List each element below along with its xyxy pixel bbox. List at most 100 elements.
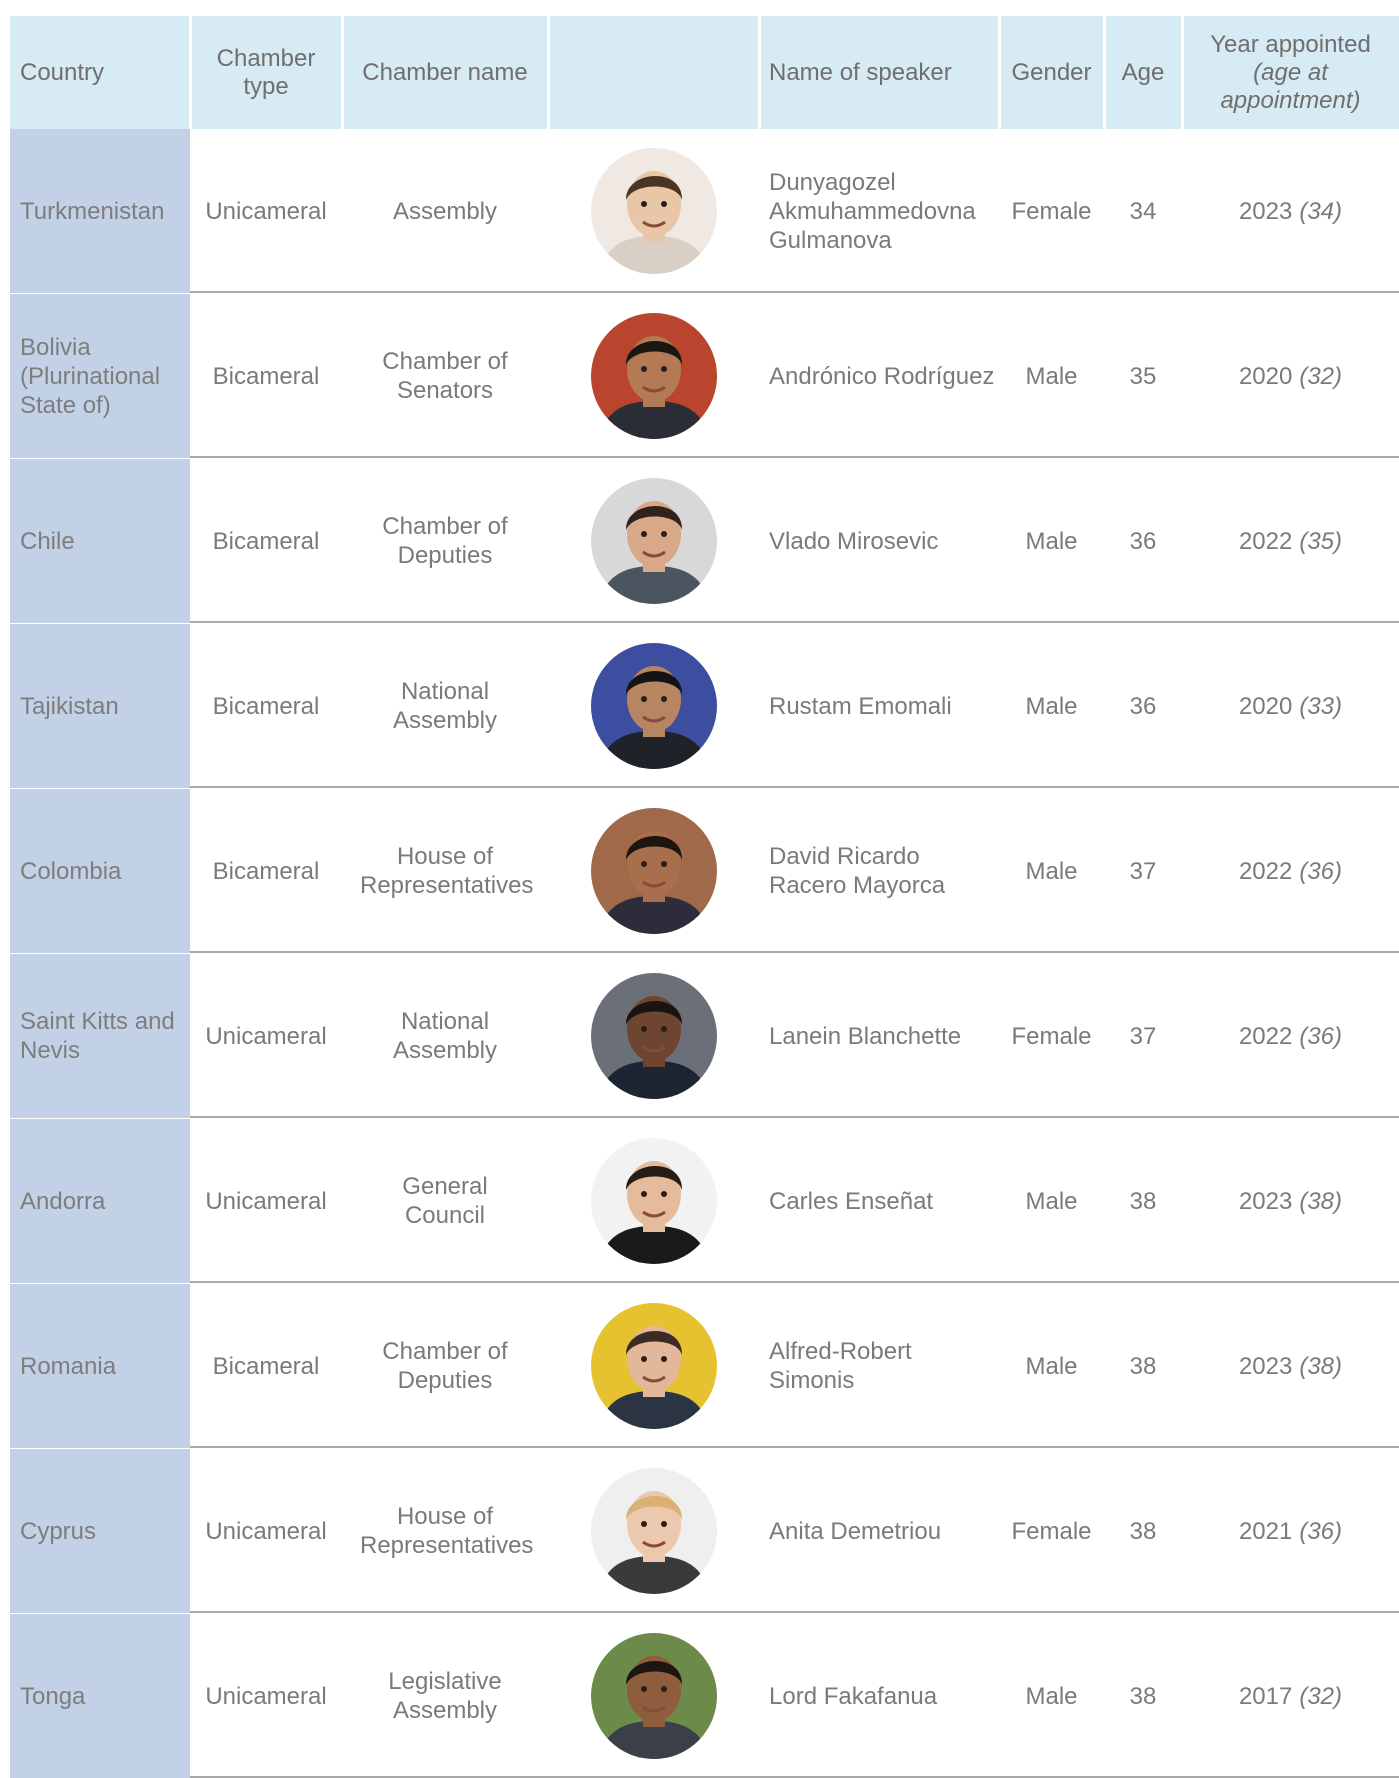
header-chamber-type: Chamber type xyxy=(190,16,342,129)
row-divider xyxy=(190,456,1399,458)
header-gender: Gender xyxy=(999,16,1104,129)
cell-speaker: Dunyagozel Akmuhammedovna Gulmanova xyxy=(759,129,999,293)
speaker-name: Dunyagozel Akmuhammedovna Gulmanova xyxy=(769,168,976,254)
cell-gender: Male xyxy=(1025,362,1078,390)
cell-speaker: David Ricardo Racero Mayorca xyxy=(759,789,999,953)
age-at-appointment: (33) xyxy=(1299,692,1343,720)
year-appointed: 2023 xyxy=(1238,1187,1293,1215)
table-row: Bolivia (Plurinational State of) Bicamera… xyxy=(10,294,1399,458)
cell-age: 38 xyxy=(1129,1352,1157,1380)
cell-speaker: Anita Demetriou xyxy=(759,1449,999,1613)
header-year: Year appointed (age at appointment) xyxy=(1182,16,1399,129)
row-divider xyxy=(190,291,1399,293)
cell-year: 2020 (32) xyxy=(1182,294,1399,458)
speakers-table: Country Chamber type Chamber name Name o… xyxy=(10,16,1399,1778)
table-row: Romania Bicameral Chamber of Deputies Alfre… xyxy=(10,1284,1399,1448)
cell-speaker: Andrónico Rodríguez xyxy=(759,294,999,458)
cell-year: 2022 (36) xyxy=(1182,789,1399,953)
table-row: Cyprus Unicameral House of Representatives… xyxy=(10,1449,1399,1613)
cell-chamber-name: National Assembly xyxy=(342,954,548,1118)
cell-chamber-type: Bicameral xyxy=(212,857,320,885)
cell-photo xyxy=(548,954,759,1118)
year-appointed: 2022 xyxy=(1238,1022,1293,1050)
chamber-name-text: Chamber of Deputies xyxy=(382,513,508,569)
cell-age: 35 xyxy=(1129,362,1157,390)
speaker-name: Lanein Blanchette xyxy=(769,1022,962,1050)
table-row: Colombia Bicameral House of Representative… xyxy=(10,789,1399,953)
header-divider xyxy=(758,16,761,129)
speaker-portrait-icon xyxy=(590,1138,717,1264)
header-divider xyxy=(1181,16,1184,129)
age-at-appointment: (32) xyxy=(1299,1682,1343,1710)
age-at-appointment: (38) xyxy=(1299,1187,1343,1215)
row-divider xyxy=(190,1446,1399,1448)
header-divider xyxy=(998,16,1001,129)
chamber-name-text: House of Representatives xyxy=(360,1503,534,1559)
table-row: Andorra Unicameral General Council Carles E… xyxy=(10,1119,1399,1283)
cell-chamber-type: Bicameral xyxy=(212,1352,320,1380)
cell-gender: Female xyxy=(1011,1517,1092,1545)
cell-country: Turkmenistan xyxy=(10,129,190,293)
chamber-name-text: House of Representatives xyxy=(360,843,534,899)
year-appointed: 2017 xyxy=(1238,1682,1293,1710)
cell-chamber-name: House of Representatives xyxy=(342,1449,548,1613)
header-divider xyxy=(547,16,550,129)
cell-gender: Male xyxy=(1025,1682,1078,1710)
speaker-name: Lord Fakafanua xyxy=(769,1682,938,1710)
header-speaker: Name of speaker xyxy=(759,16,999,129)
cell-country: Chile xyxy=(10,459,190,623)
cell-age: 38 xyxy=(1129,1682,1157,1710)
header-photo xyxy=(548,16,759,129)
row-divider xyxy=(190,1611,1399,1613)
header-divider xyxy=(1103,16,1106,129)
cell-gender: Male xyxy=(1025,857,1078,885)
cell-photo xyxy=(548,1449,759,1613)
chamber-name-text: General Council xyxy=(402,1173,488,1229)
cell-chamber-name: Chamber of Deputies xyxy=(342,1284,548,1448)
table-row: Tonga Unicameral Legislative Assembly Lord … xyxy=(10,1614,1399,1778)
cell-chamber-type: Unicameral xyxy=(205,1682,327,1710)
cell-year: 2023 (34) xyxy=(1182,129,1399,293)
speaker-name: Carles Enseñat xyxy=(769,1187,934,1215)
cell-speaker: Vlado Mirosevic xyxy=(759,459,999,623)
cell-country: Andorra xyxy=(10,1119,190,1283)
table-row: Turkmenistan Unicameral Assembly Dunyagozel… xyxy=(10,129,1399,293)
cell-chamber-type: Unicameral xyxy=(205,1187,327,1215)
cell-chamber-name: General Council xyxy=(342,1119,548,1283)
speaker-name: Andrónico Rodríguez xyxy=(769,362,995,390)
cell-photo xyxy=(548,1614,759,1778)
cell-year: 2023 (38) xyxy=(1182,1284,1399,1448)
speaker-name: Anita Demetriou xyxy=(769,1517,942,1545)
table-row: Saint Kitts and Nevis Unicameral National … xyxy=(10,954,1399,1118)
cell-chamber-name: Legislative Assembly xyxy=(342,1614,548,1778)
table-row: Chile Bicameral Chamber of Deputies Vlado M… xyxy=(10,459,1399,623)
cell-country: Romania xyxy=(10,1284,190,1448)
chamber-name-text: Assembly xyxy=(392,197,498,225)
cell-chamber-name: National Assembly xyxy=(342,624,548,788)
cell-country: Saint Kitts and Nevis xyxy=(10,954,190,1118)
cell-photo xyxy=(548,1284,759,1448)
header-divider xyxy=(189,16,192,129)
cell-age: 36 xyxy=(1129,692,1157,720)
cell-year: 2022 (35) xyxy=(1182,459,1399,623)
cell-photo xyxy=(548,294,759,458)
cell-chamber-type: Unicameral xyxy=(205,197,327,225)
header-country: Country xyxy=(10,16,190,129)
year-appointed: 2021 xyxy=(1238,1517,1293,1545)
cell-age: 37 xyxy=(1129,1022,1157,1050)
table-row: Tajikistan Bicameral National Assembly Rust… xyxy=(10,624,1399,788)
cell-age: 36 xyxy=(1129,527,1157,555)
year-appointed: 2023 xyxy=(1238,197,1293,225)
header-year-label: Year appointed xyxy=(1210,30,1371,58)
cell-gender: Male xyxy=(1025,1187,1078,1215)
cell-photo xyxy=(548,129,759,293)
chamber-name-text: Chamber of Senators xyxy=(382,348,508,404)
speaker-name: Vlado Mirosevic xyxy=(769,527,939,555)
speaker-portrait-icon xyxy=(590,1633,717,1759)
row-divider xyxy=(190,951,1399,953)
cell-year: 2020 (33) xyxy=(1182,624,1399,788)
cell-year: 2017 (32) xyxy=(1182,1614,1399,1778)
age-at-appointment: (36) xyxy=(1299,857,1343,885)
cell-age: 37 xyxy=(1129,857,1157,885)
age-at-appointment: (35) xyxy=(1299,527,1343,555)
